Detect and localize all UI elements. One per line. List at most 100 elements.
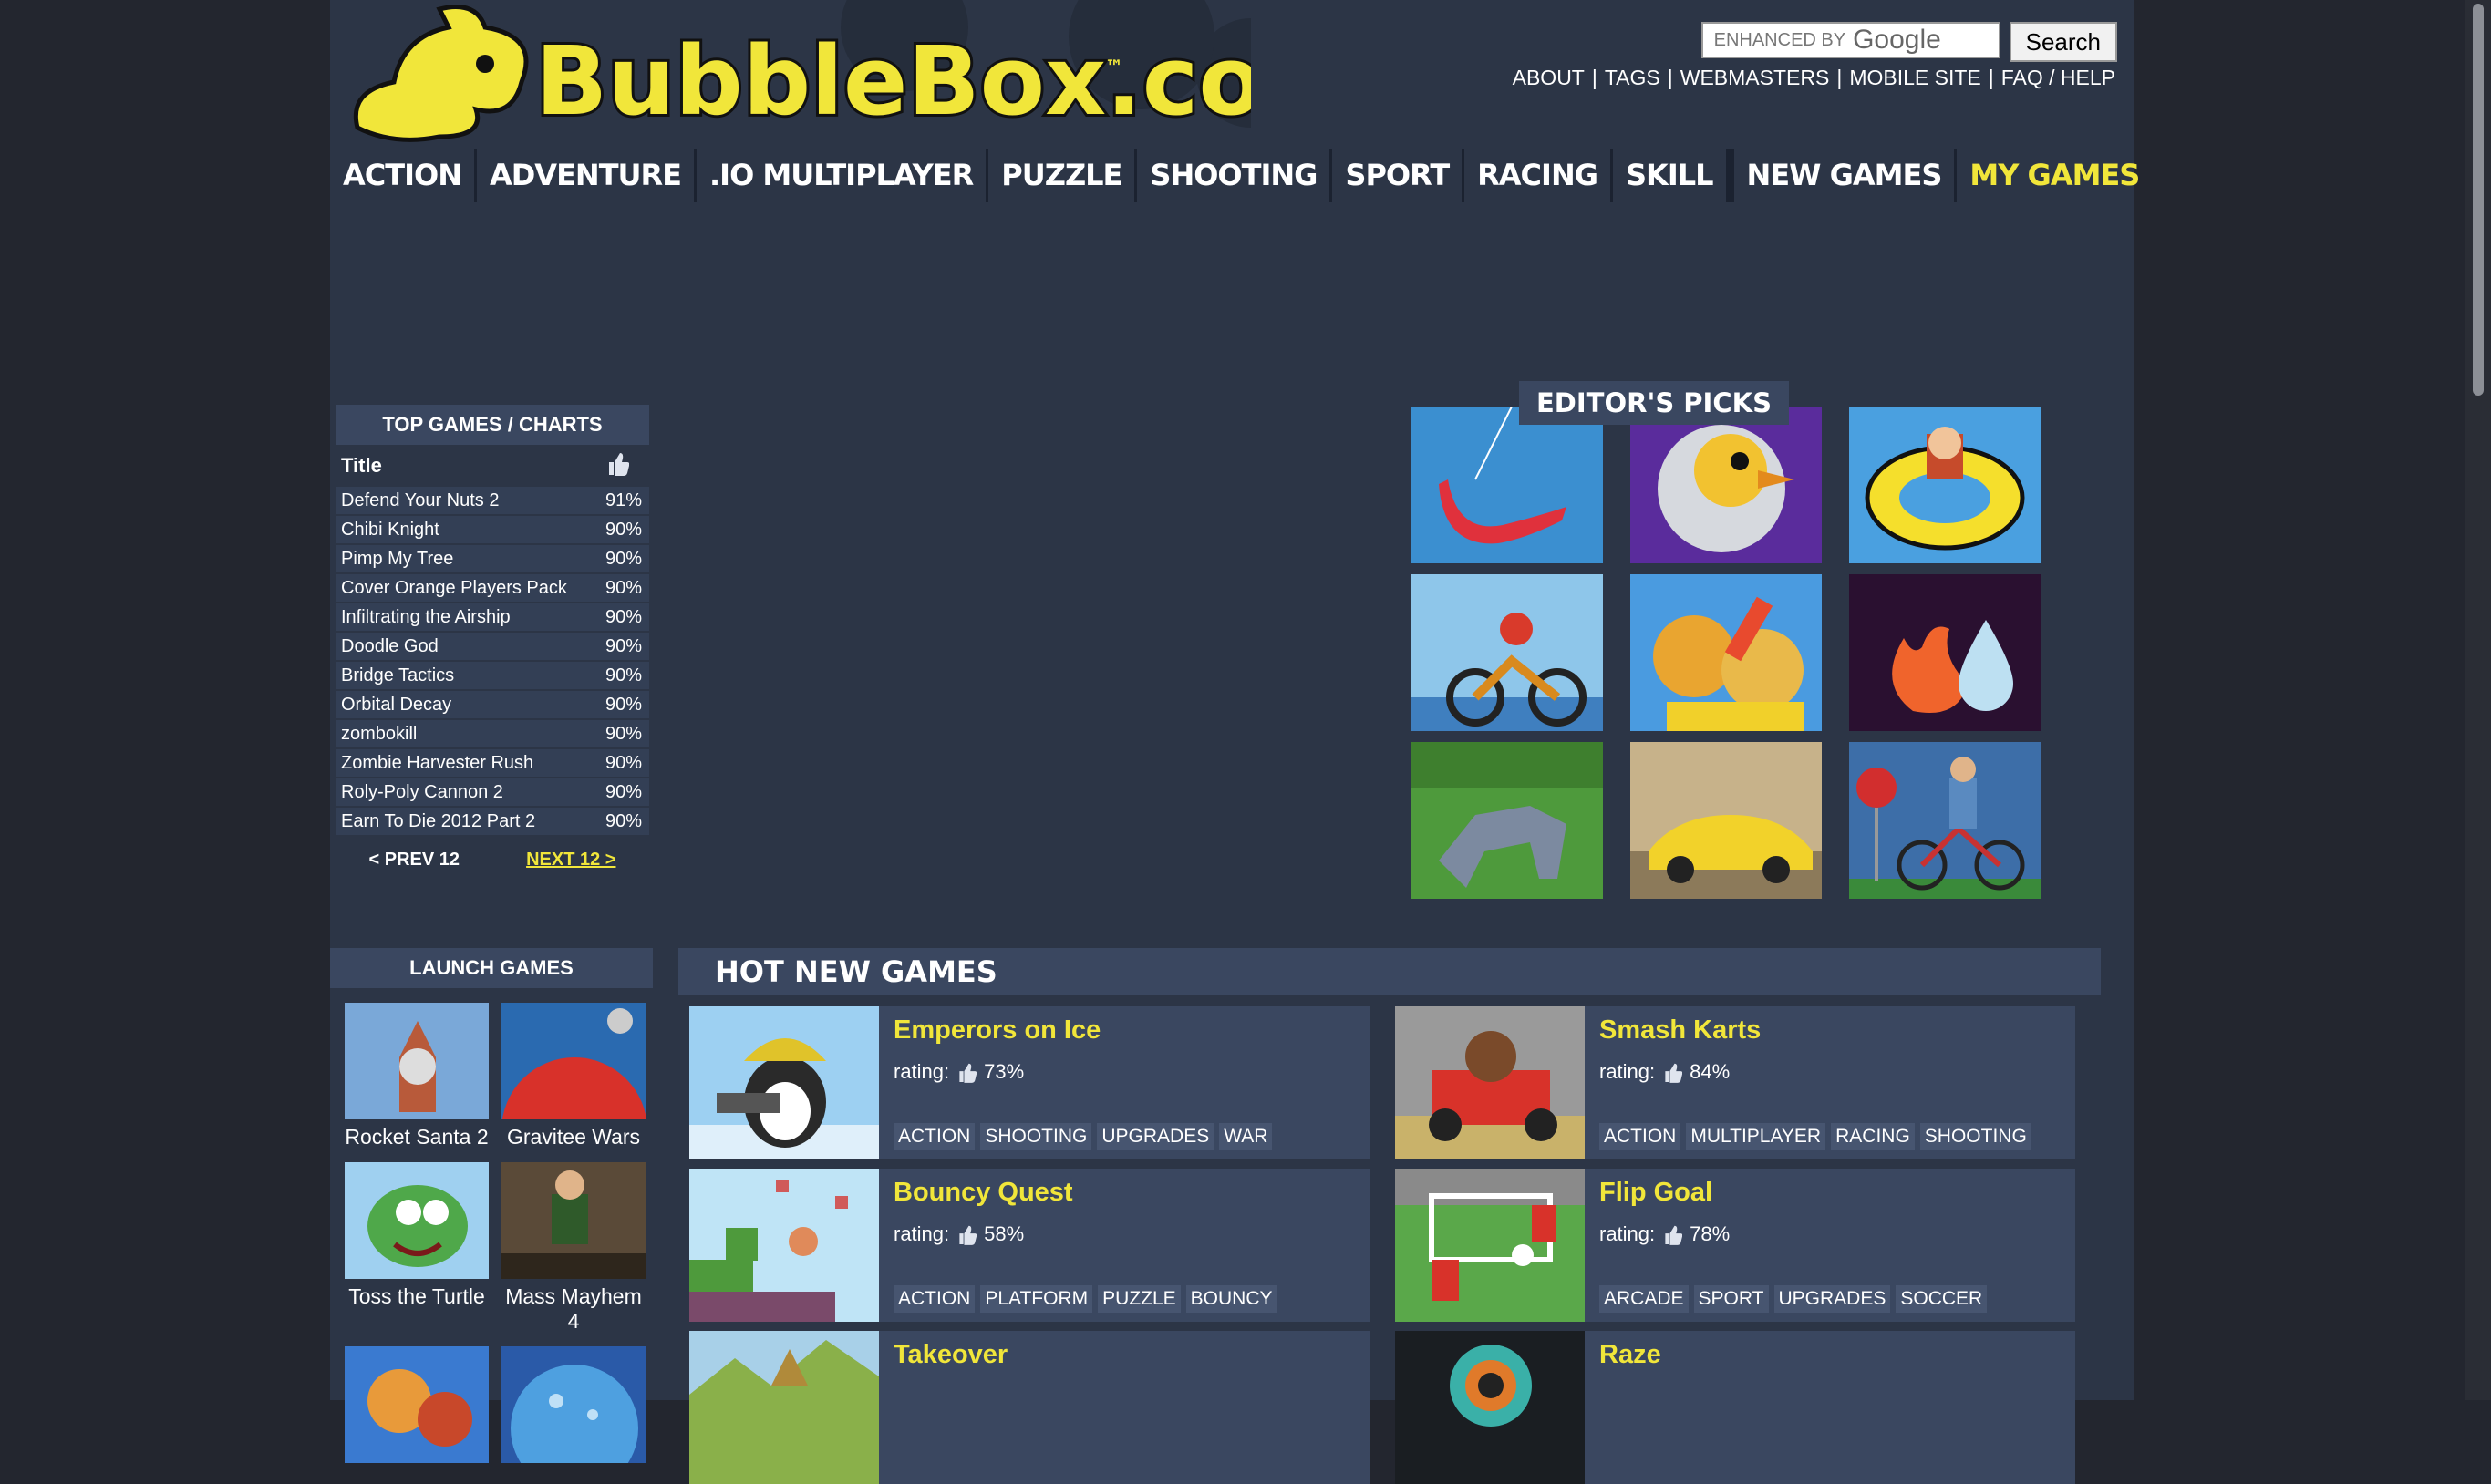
launch-game-tile[interactable]: Mass Mayhem 4 [501,1162,646,1334]
table-row[interactable]: Orbital Decay 90% [336,691,649,718]
tag[interactable]: SHOOTING [980,1123,1092,1150]
game-card[interactable]: Bouncy Quest rating: 58% ACTION PLATFORM … [689,1169,1370,1322]
pick-thumbnail[interactable] [1849,574,2041,731]
game-card[interactable]: Raze [1395,1331,2075,1484]
nav-my-games[interactable]: MY GAMES [1957,149,2152,202]
link-tags[interactable]: TAGS [1605,66,1660,89]
game-thumbnail[interactable] [689,1169,879,1322]
table-row[interactable]: Doodle God 90% [336,633,649,660]
game-name[interactable]: Earn To Die 2012 Part 2 [336,808,600,835]
pick-thumbnail[interactable] [1411,742,1603,899]
search-button[interactable]: Search [2009,22,2117,62]
game-name[interactable]: Chibi Knight [336,516,600,543]
game-name[interactable]: zombokill [336,720,600,747]
tag[interactable]: SOCCER [1896,1285,1988,1313]
nav-skill[interactable]: SKILL [1613,149,1729,202]
link-webmasters[interactable]: WEBMASTERS [1680,66,1830,89]
game-name[interactable]: Doodle God [336,633,600,660]
game-name[interactable]: Roly-Poly Cannon 2 [336,778,600,806]
link-about[interactable]: ABOUT [1513,66,1585,89]
table-row[interactable]: Defend Your Nuts 2 91% [336,487,649,514]
game-title[interactable]: Smash Karts [1599,1015,2061,1046]
game-thumbnail[interactable] [1395,1169,1585,1322]
launch-game-tile[interactable]: Rocket Santa 2 [345,1003,489,1149]
game-thumbnail[interactable] [501,1003,646,1119]
pick-thumbnail[interactable] [1411,407,1603,563]
link-mobile-site[interactable]: MOBILE SITE [1849,66,1980,89]
table-row[interactable]: zombokill 90% [336,720,649,747]
game-card[interactable]: Flip Goal rating: 78% ARCADE SPORT UPGRAD… [1395,1169,2075,1322]
prev-page-link[interactable]: < PREV 12 [369,850,460,871]
game-card[interactable]: Emperors on Ice rating: 73% ACTION SHOOTI… [689,1006,1370,1159]
tag[interactable]: BOUNCY [1185,1285,1277,1313]
game-name[interactable]: Cover Orange Players Pack [336,574,600,602]
tag[interactable]: RACING [1831,1123,1915,1150]
game-title[interactable]: Takeover [894,1340,1355,1370]
launch-game-name[interactable]: Mass Mayhem 4 [501,1284,646,1334]
nav-puzzle[interactable]: PUZZLE [988,149,1138,202]
pick-thumbnail[interactable] [1849,407,2041,563]
game-title[interactable]: Raze [1599,1340,2061,1370]
table-row[interactable]: Cover Orange Players Pack 90% [336,574,649,602]
pick-thumbnail[interactable] [1411,574,1603,731]
launch-game-tile[interactable] [345,1346,489,1469]
tag[interactable]: UPGRADES [1097,1123,1214,1150]
nav-sport[interactable]: SPORT [1332,149,1465,202]
game-card[interactable]: Takeover [689,1331,1370,1484]
game-title[interactable]: Emperors on Ice [894,1015,1355,1046]
tag[interactable]: PUZZLE [1098,1285,1181,1313]
tag[interactable]: ARCADE [1599,1285,1689,1313]
pick-thumbnail[interactable] [1630,742,1822,899]
game-thumbnail[interactable] [345,1162,489,1279]
bubblebox-logo[interactable]: BubbleBox.com ™ [339,0,1251,146]
tag[interactable]: UPGRADES [1773,1285,1891,1313]
table-row[interactable]: Infiltrating the Airship 90% [336,603,649,631]
link-faq-help[interactable]: FAQ / HELP [2001,66,2115,89]
page-scrollbar[interactable] [2465,0,2491,1400]
game-name[interactable]: Defend Your Nuts 2 [336,487,600,514]
scrollbar-thumb[interactable] [2473,4,2484,396]
game-thumbnail[interactable] [501,1346,646,1463]
game-thumbnail[interactable] [1395,1006,1585,1159]
next-page-link[interactable]: NEXT 12 > [526,850,615,871]
pick-thumbnail[interactable] [1630,407,1822,563]
tag[interactable]: MULTIPLAYER [1686,1123,1826,1150]
tag[interactable]: SHOOTING [1919,1123,2031,1150]
game-thumbnail[interactable] [345,1003,489,1119]
nav-io-multiplayer[interactable]: .IO MULTIPLAYER [697,149,989,202]
game-thumbnail[interactable] [689,1006,879,1159]
table-row[interactable]: Zombie Harvester Rush 90% [336,749,649,777]
launch-game-name[interactable]: Rocket Santa 2 [345,1125,489,1149]
game-name[interactable]: Bridge Tactics [336,662,600,689]
game-name[interactable]: Orbital Decay [336,691,600,718]
table-row[interactable]: Bridge Tactics 90% [336,662,649,689]
game-name[interactable]: Infiltrating the Airship [336,603,600,631]
game-thumbnail[interactable] [1395,1331,1585,1484]
tag[interactable]: SPORT [1693,1285,1769,1313]
game-thumbnail[interactable] [501,1162,646,1279]
pick-thumbnail[interactable] [1630,574,1822,731]
nav-new-games[interactable]: NEW GAMES [1731,149,1958,202]
launch-game-tile[interactable]: Gravitee Wars [501,1003,646,1149]
launch-game-name[interactable]: Gravitee Wars [501,1125,646,1149]
tag[interactable]: ACTION [1599,1123,1681,1150]
nav-action[interactable]: ACTION [330,149,477,202]
tag[interactable]: ACTION [894,1123,976,1150]
game-name[interactable]: Pimp My Tree [336,545,600,572]
table-row[interactable]: Pimp My Tree 90% [336,545,649,572]
launch-game-tile[interactable] [501,1346,646,1469]
launch-game-name[interactable]: Toss the Turtle [345,1284,489,1309]
game-name[interactable]: Zombie Harvester Rush [336,749,600,777]
search-input[interactable]: ENHANCED BY Google [1700,22,2000,58]
table-row[interactable]: Chibi Knight 90% [336,516,649,543]
game-title[interactable]: Flip Goal [1599,1178,2061,1208]
game-title[interactable]: Bouncy Quest [894,1178,1355,1208]
nav-racing[interactable]: RACING [1464,149,1613,202]
table-row[interactable]: Roly-Poly Cannon 2 90% [336,778,649,806]
nav-shooting[interactable]: SHOOTING [1137,149,1333,202]
tag[interactable]: WAR [1219,1123,1273,1150]
launch-game-tile[interactable]: Toss the Turtle [345,1162,489,1334]
table-row[interactable]: Earn To Die 2012 Part 2 90% [336,808,649,835]
nav-adventure[interactable]: ADVENTURE [477,149,698,202]
pick-thumbnail[interactable] [1849,742,2041,899]
